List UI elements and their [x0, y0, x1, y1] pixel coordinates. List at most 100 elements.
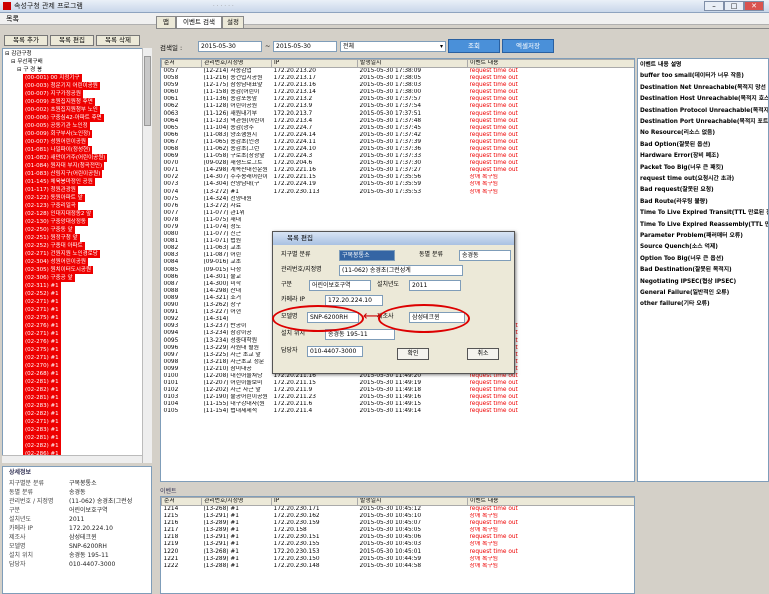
table-row[interactable]: 1219 (13-291) #1 172.20.230.155 2015-05-30 …	[162, 541, 635, 548]
tree-item[interactable]: (02-271) #1	[23, 298, 61, 306]
bcol-event[interactable]: 이벤트 내용	[467, 497, 634, 506]
tree-item[interactable]: (02-251) 원정구청 앞	[23, 234, 80, 242]
tree-item[interactable]: (02-252) #1	[23, 290, 61, 298]
tree-root[interactable]: ⊟ 감관구청	[5, 50, 32, 58]
date-from-input[interactable]: 2015-05-30	[198, 41, 262, 52]
delete-list-button[interactable]: 목록 삭제	[96, 35, 140, 46]
tree-item[interactable]: (02-130) 구중앙대상정동	[23, 218, 88, 226]
col-event[interactable]: 이벤트 내용	[467, 59, 634, 68]
event-type-select[interactable]: 전체 ▾	[340, 41, 446, 52]
search-button[interactable]: 조회	[448, 39, 500, 53]
excel-save-button[interactable]: 엑셀저장	[502, 39, 554, 53]
minimize-button[interactable]: –	[704, 1, 724, 11]
tree-item[interactable]: (02-281) #1	[23, 434, 61, 442]
table-row[interactable]: 1217 (13-289) #1 172.20.158 2015-05-30 10:4…	[162, 527, 635, 534]
tree-item[interactable]: (01-081) 나일파이(정성현)	[23, 146, 93, 154]
table-row[interactable]: 0076 (13-272) 자료	[162, 203, 635, 210]
tree-item[interactable]: (00-007) 지구가정공원	[23, 90, 83, 98]
ip-field[interactable]: 172.20.224.10	[325, 295, 383, 306]
bcol-id[interactable]: 관리번호/지정명	[201, 497, 272, 506]
table-row[interactable]: 0058 (11-216) 송건입지공원 172.20.213.17 2015-05-…	[162, 75, 635, 82]
col-datetime[interactable]: 발생일시	[357, 59, 468, 68]
tree-item[interactable]: (02-123) 구중리일곡	[23, 202, 78, 210]
table-row[interactable]: 0077 (11-077) 관1위	[162, 210, 635, 217]
tree-item[interactable]: (00-001) 00 지정기구	[23, 74, 82, 82]
maximize-button[interactable]: □	[724, 1, 744, 11]
table-row[interactable]: 0102 (12-202) 자근 자근 앞 172.20.211.9 2015-05-…	[162, 387, 635, 394]
table-row[interactable]: 0063 (11-126) 새원내기부 172.20.213.7 2015-05-30…	[162, 110, 635, 117]
add-list-button[interactable]: 목록 추가	[4, 35, 48, 46]
tab-settings[interactable]: 설정	[222, 16, 244, 28]
tree-item[interactable]: (00-003) 청운기지 어린이공원	[23, 82, 100, 90]
table-row[interactable]: 1216 (13-289) #1 172.20.230.159 2015-05-30 …	[162, 520, 635, 527]
ok-button[interactable]: 확인	[397, 348, 429, 360]
table-row[interactable]: 0074 (13-272) #1 172.20.230.113 2015-05-30 …	[162, 189, 635, 196]
tree-group[interactable]: ⊟ 무선제구배	[11, 58, 43, 66]
tree-scroll-thumb[interactable]	[144, 56, 151, 126]
tab-event-search[interactable]: 이벤트 검색	[176, 16, 222, 28]
table-row[interactable]: 0068 (11-062) 송감초(그런 172.20.224.10 2015-05-…	[162, 146, 635, 153]
edit-list-button[interactable]: 목록 편집	[50, 35, 94, 46]
tree-item[interactable]: (01-145) 체육봉마정인 공원	[23, 178, 95, 186]
tree-item[interactable]: (02-128) 인대지대정동2 앞	[23, 210, 94, 218]
table-row[interactable]: 1222 (13-288) #1 172.20.230.148 2015-05-30 …	[162, 563, 635, 570]
bcol-datetime[interactable]: 발생일시	[357, 497, 468, 506]
tree-item[interactable]: (00-009) 초원집지원청 후면	[23, 98, 95, 106]
tree-item[interactable]: (02-276) #1	[23, 338, 61, 346]
tree-horizontal-scrollbar[interactable]	[2, 455, 142, 463]
tree-item[interactable]: (02-282) #1	[23, 410, 61, 418]
tree-item[interactable]: (00-002) 초원집지원청부 노인	[23, 106, 100, 114]
table-row[interactable]: 0067 (11-065) 송감초(인경 172.20.224.11 2015-05-…	[162, 139, 635, 146]
table-row[interactable]: 0060 (11-158) 송감(어린이 172.20.213.14 2015-05-…	[162, 89, 635, 96]
table-row[interactable]: 0065 (11-104) 송감(광주 172.20.224.7 2015-05-30…	[162, 125, 635, 132]
recent-event-table[interactable]: 순서 관리번호/지정명 IP 발생일시 이벤트 내용 1214 (13-268) …	[160, 496, 635, 594]
tree-item[interactable]: (02-271) #1	[23, 418, 61, 426]
type-field[interactable]: 어린이보호구역	[309, 280, 371, 291]
tree-view[interactable]: ⊟ 감관구청 ⊟ 무선제구배 ⊟ 구 경 봉 (00-001) 00 지정기구(…	[2, 48, 152, 463]
tree-item[interactable]: (02-252) 구종대 아파트	[23, 242, 85, 250]
tree-item[interactable]: (02-276) #1	[23, 322, 61, 330]
menu-list[interactable]: 목록	[6, 15, 19, 23]
tree-item[interactable]: (02-275) #1	[23, 346, 61, 354]
col-id[interactable]: 관리번호/지정명	[201, 59, 272, 68]
bcol-seq[interactable]: 순서	[161, 497, 202, 506]
date-to-input[interactable]: 2015-05-30	[273, 41, 337, 52]
tree-item[interactable]: (01-082) 새만이거주(어린이공원)	[23, 154, 108, 162]
tree-subgroup[interactable]: ⊟ 구 경 봉	[17, 66, 42, 74]
table-row[interactable]: 0101 (12-207) 어린이돌보미 172.20.211.15 2015-05-…	[162, 380, 635, 387]
table-row[interactable]: 0071 (14-298) 계족산대전운원 172.20.221.16 2015-05…	[162, 167, 635, 174]
tree-item[interactable]: (02-306) 구중공 앞	[23, 274, 75, 282]
tree-item[interactable]: (02-305) 원치이터도시공원	[23, 266, 94, 274]
manager-field[interactable]: 010-4407-3000	[307, 346, 363, 357]
tree-item[interactable]: (00-007) 성원어린이공원	[23, 138, 88, 146]
tree-item[interactable]: (02-271) #1	[23, 306, 61, 314]
tree-item[interactable]: (01-084) 원자대 부지(청곡전민)	[23, 162, 105, 170]
table-row[interactable]: 1218 (13-291) #1 172.20.230.151 2015-05-30 …	[162, 534, 635, 541]
table-row[interactable]: 0073 (14-304) 산양남대(구 172.20.224.19 2015-05-…	[162, 181, 635, 188]
tree-item[interactable]: (02-270) #1	[23, 362, 61, 370]
table-row[interactable]: 0104 (11-155) 대구강대사(원 172.20.211.6 2015-05-…	[162, 401, 635, 408]
tree-item[interactable]: (00-005) 공동기관 노인정	[23, 122, 90, 130]
table-row[interactable]: 0100 (12-208) 대전어울쳐당 172.20.211.16 2015-05-…	[162, 373, 635, 380]
table-row[interactable]: 0064 (11-123) 역관원(어린이 172.20.213.4 2015-05-…	[162, 118, 635, 125]
table-row[interactable]: 0075 (14-324) 선양대원	[162, 196, 635, 203]
tree-item[interactable]: (02-271) #1	[23, 330, 61, 338]
table-row[interactable]: 1221 (13-289) #1 172.20.230.150 2015-05-30 …	[162, 556, 635, 563]
tree-item[interactable]: (00-006) 구중심42-아파트 후면	[23, 114, 104, 122]
table-row[interactable]: 0069 (11-058) 구로초(장광앞 172.20.224.3 2015-05-…	[162, 153, 635, 160]
table-row[interactable]: 0062 (11-128) 어린이공원 172.20.213.9 2015-05-30…	[162, 103, 635, 110]
tree-item[interactable]: (02-304) 성원어린이공원	[23, 258, 88, 266]
table-row[interactable]: 0059 (12-175) 삼성담대표앞 172.20.213.16 2015-05-…	[162, 82, 635, 89]
table-row[interactable]: 1215 (13-291) #1 172.20.230.162 2015-05-30 …	[162, 513, 635, 520]
table-row[interactable]: 0072 (14-307) 수주봉래어린이 172.20.221.15 2015-05…	[162, 174, 635, 181]
table-row[interactable]: 0057 (12-214) 사송감업 172.20.213.20 2015-05-30…	[162, 68, 635, 76]
table-row[interactable]: 0079 (11-074) 청도	[162, 224, 635, 231]
region-select[interactable]: 구목봉통소	[339, 250, 395, 261]
year-field[interactable]: 2011	[409, 280, 461, 291]
tree-item[interactable]: (02-283) #1	[23, 402, 61, 410]
tree-item[interactable]: (01-083) 산림지구(어린이공원)	[23, 170, 103, 178]
table-row[interactable]: 0078 (11-075) 새대	[162, 217, 635, 224]
tree-item[interactable]: (02-250) 구중동 앞	[23, 226, 75, 234]
table-row[interactable]: 0070 (09-028) 새생드로그트 172.20.204.6 2015-05-3…	[162, 160, 635, 167]
cancel-button[interactable]: 취소	[467, 348, 499, 360]
